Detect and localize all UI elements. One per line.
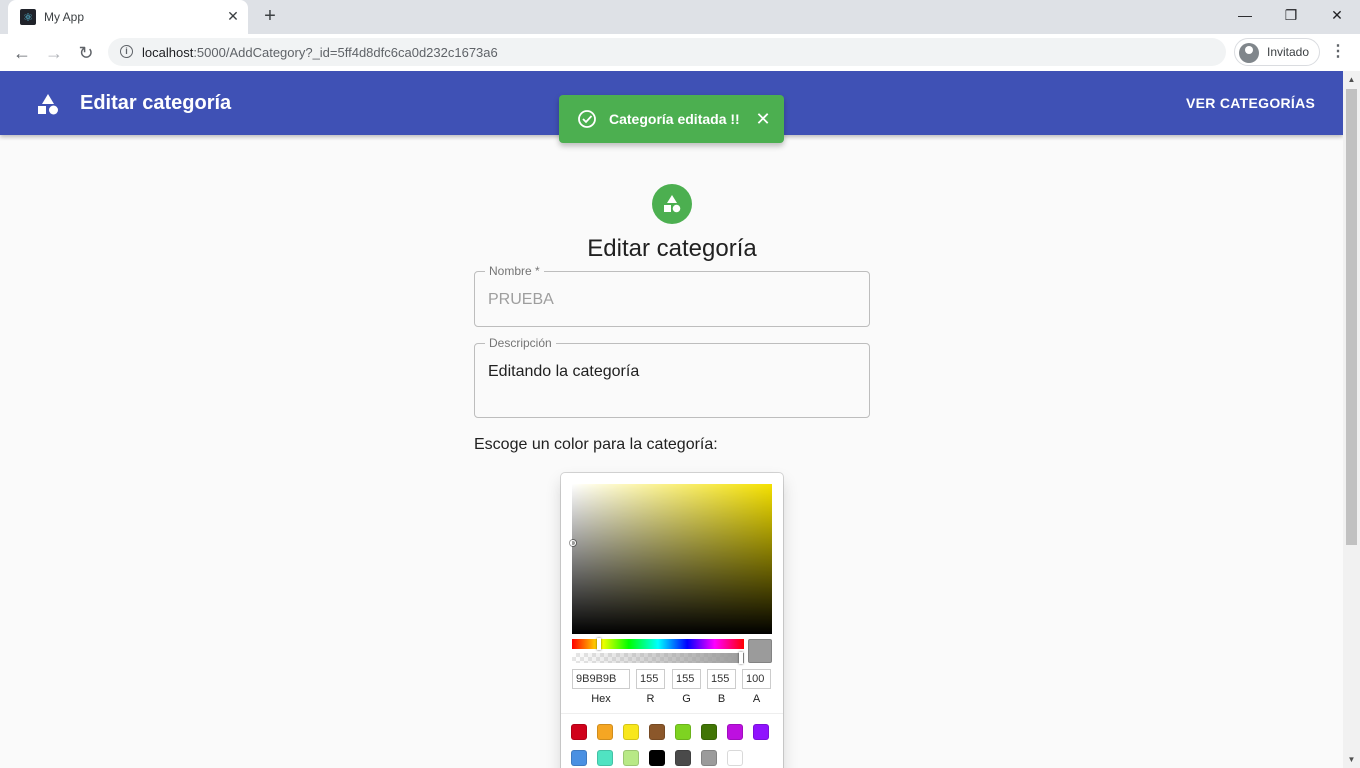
preset-color-swatch[interactable] (675, 724, 691, 740)
category-avatar (652, 184, 692, 224)
a-input[interactable] (742, 669, 771, 689)
tab-close-icon[interactable]: ✕ (224, 7, 242, 25)
browser-tab[interactable]: ⚛ My App ✕ (8, 0, 248, 34)
descripcion-field[interactable]: Descripción Editando la categoría (474, 336, 870, 418)
g-input[interactable] (672, 669, 701, 689)
page-scrollbar[interactable]: ▲ ▼ (1343, 71, 1360, 768)
browser-tabbar: ⚛ My App ✕ + — ❐ ✕ (0, 0, 1360, 34)
back-icon[interactable]: ← (9, 40, 35, 66)
category-icon (664, 195, 681, 213)
r-label: R (646, 693, 655, 705)
preset-color-swatch[interactable] (675, 750, 691, 766)
b-label: B (717, 693, 726, 705)
nombre-label: Nombre * (485, 264, 544, 278)
color-prompt: Escoge un color para la categoría: (474, 436, 718, 453)
scroll-down-arrow-icon[interactable]: ▼ (1343, 751, 1360, 768)
preset-color-swatch[interactable] (701, 750, 717, 766)
hex-input[interactable] (572, 669, 630, 689)
preset-color-swatch[interactable] (597, 724, 613, 740)
preset-color-swatch[interactable] (701, 724, 717, 740)
success-snackbar: Categoría editada !! ✕ (559, 95, 784, 143)
url-text: localhost:5000/AddCategory?_id=5ff4d8dfc… (142, 45, 498, 60)
view-categories-button[interactable]: VER CATEGORÍAS (1186, 95, 1315, 111)
profile-avatar-icon (1239, 43, 1259, 63)
new-tab-icon[interactable]: + (258, 5, 282, 29)
alpha-slider[interactable] (572, 652, 744, 664)
color-inputs: Hex R G B A (572, 669, 772, 705)
profile-button[interactable]: Invitado (1234, 38, 1320, 66)
tab-title: My App (44, 10, 85, 24)
descripcion-label: Descripción (485, 336, 556, 350)
saturation-area[interactable] (570, 484, 772, 634)
address-bar[interactable]: i localhost:5000/AddCategory?_id=5ff4d8d… (108, 38, 1226, 66)
scroll-up-arrow-icon[interactable]: ▲ (1343, 71, 1360, 88)
nombre-field[interactable]: Nombre * PRUEBA (474, 264, 870, 327)
saturation-cursor[interactable] (570, 540, 576, 546)
site-info-icon[interactable]: i (120, 45, 133, 58)
descripcion-value[interactable]: Editando la categoría (488, 363, 639, 381)
browser-toolbar: ← → ↻ i localhost:5000/AddCategory?_id=5… (0, 34, 1360, 71)
preset-color-swatch[interactable] (649, 750, 665, 766)
check-circle-icon (578, 110, 596, 128)
preset-swatches (561, 713, 783, 768)
preset-color-swatch[interactable] (649, 724, 665, 740)
restore-icon[interactable]: ❐ (1268, 0, 1314, 30)
a-label: A (752, 693, 761, 705)
preset-color-swatch[interactable] (571, 724, 587, 740)
preset-color-swatch[interactable] (727, 750, 743, 766)
snackbar-close-icon[interactable]: ✕ (753, 109, 773, 129)
g-label: G (682, 693, 691, 705)
react-favicon-icon: ⚛ (20, 9, 36, 25)
category-icon (38, 94, 58, 115)
app-viewport: Editar categoría VER CATEGORÍAS Categorí… (0, 71, 1343, 768)
hue-slider[interactable] (572, 638, 744, 650)
preset-color-swatch[interactable] (753, 724, 769, 740)
reload-icon[interactable]: ↻ (73, 40, 99, 66)
color-preview (748, 639, 772, 663)
minimize-icon[interactable]: — (1222, 0, 1268, 30)
r-input[interactable] (636, 669, 665, 689)
hex-label: Hex (591, 693, 611, 705)
page-title: Editar categoría (587, 235, 757, 262)
hue-handle[interactable] (597, 638, 601, 650)
browser-menu-icon[interactable]: ⋮ (1330, 40, 1346, 66)
alpha-handle[interactable] (739, 652, 743, 664)
preset-color-swatch[interactable] (727, 724, 743, 740)
preset-color-swatch[interactable] (571, 750, 587, 766)
nombre-value[interactable]: PRUEBA (488, 291, 554, 309)
preset-color-swatch[interactable] (623, 750, 639, 766)
snackbar-message: Categoría editada !! (609, 111, 740, 127)
window-close-icon[interactable]: ✕ (1314, 0, 1360, 30)
scroll-thumb[interactable] (1346, 89, 1357, 545)
profile-label: Invitado (1267, 45, 1310, 59)
b-input[interactable] (707, 669, 736, 689)
preset-color-swatch[interactable] (597, 750, 613, 766)
app-bar-title: Editar categoría (80, 92, 232, 114)
color-picker: Hex R G B A (561, 473, 783, 768)
preset-color-swatch[interactable] (623, 724, 639, 740)
forward-icon[interactable]: → (41, 40, 67, 66)
